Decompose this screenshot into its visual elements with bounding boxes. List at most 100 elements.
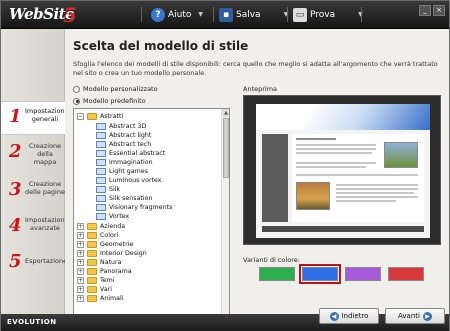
radio-button[interactable]: [73, 85, 80, 93]
template-tree[interactable]: − Astratti Abstract 3D Abstract light Ab…: [73, 108, 230, 325]
tree-template-item[interactable]: Luminous vortex: [96, 176, 162, 184]
step-number: 3: [9, 179, 22, 200]
sidebar-item-advanced-settings[interactable]: 4 Impostazioni avanzate: [1, 211, 66, 245]
preview-photo: [384, 142, 418, 168]
template-icon: [96, 149, 106, 157]
expand-icon[interactable]: +: [77, 276, 84, 284]
scrollbar-thumb[interactable]: [223, 118, 229, 178]
radio-label: Modello predefinito: [83, 97, 146, 105]
folder-icon: [87, 294, 97, 302]
color-variant-blue[interactable]: [299, 264, 341, 284]
window-controls: _ ×: [419, 5, 445, 16]
preview-label: Anteprima: [243, 85, 278, 93]
expand-icon[interactable]: +: [77, 294, 84, 302]
sidebar-item-export[interactable]: 5 Esportazione: [1, 247, 67, 281]
tree-item-label: Light games: [109, 167, 148, 175]
next-button[interactable]: Avanti ▶: [385, 308, 445, 324]
back-button[interactable]: ◀ Indietro: [319, 308, 379, 324]
sidebar-item-page-creation[interactable]: 3 Creazione delle pagine: [1, 175, 65, 209]
folder-icon: [87, 231, 97, 239]
preview-header-image: [256, 104, 430, 130]
tree-folder-expanded[interactable]: − Astratti: [77, 112, 123, 120]
tree-item-label: Visionary fragments: [109, 203, 173, 211]
tree-folder-label: Animali: [100, 294, 124, 302]
expand-icon[interactable]: +: [77, 240, 84, 248]
step-number: 1: [9, 106, 22, 127]
expand-icon[interactable]: +: [77, 222, 84, 230]
tree-template-item[interactable]: Silk sensation: [96, 194, 153, 202]
tree-folder[interactable]: + Panorama: [77, 267, 132, 275]
expand-icon[interactable]: +: [77, 267, 84, 275]
tree-item-label: Abstract tech: [109, 140, 152, 148]
expand-icon[interactable]: +: [77, 231, 84, 239]
tree-item-label: Silk: [109, 185, 121, 193]
back-label: Indietro: [341, 312, 369, 320]
tree-folder[interactable]: + Vari: [77, 285, 112, 293]
color-variant-purple[interactable]: [345, 267, 381, 281]
tree-folder-label: Geometrie: [100, 240, 134, 248]
save-button[interactable]: ▪ Salva ▼: [219, 6, 288, 23]
tree-folder-label: Interior Design: [100, 249, 147, 257]
radio-custom-template[interactable]: Modello personalizzato: [73, 85, 158, 93]
tree-template-item[interactable]: Vortex: [96, 212, 129, 220]
expand-icon[interactable]: +: [77, 285, 84, 293]
folder-icon: [87, 240, 97, 248]
preview-page: [256, 104, 430, 238]
color-variant-green[interactable]: [259, 267, 295, 281]
preview-content: [292, 134, 424, 222]
tree-template-item[interactable]: Abstract light: [96, 131, 151, 139]
collapse-icon[interactable]: −: [77, 112, 84, 120]
main-panel: Scelta del modello di stile Sfoglia l'el…: [65, 29, 449, 325]
tree-template-item[interactable]: Silk: [96, 185, 120, 193]
folder-icon: [87, 222, 97, 230]
toolbar-separator: [361, 7, 362, 22]
tree-template-item[interactable]: Abstract tech: [96, 140, 151, 148]
sidebar-item-map-creation[interactable]: 2 Creazione della mappa: [1, 137, 65, 171]
radio-predefined-template[interactable]: Modello predefinito: [73, 97, 146, 105]
toolbar-separator: [141, 7, 142, 22]
tree-item-label: Abstract light: [109, 131, 152, 139]
tree-folder[interactable]: + Geometrie: [77, 240, 133, 248]
test-button[interactable]: ▭ Prova ▼: [293, 6, 363, 23]
tree-item-label: Luminous vortex: [109, 176, 162, 184]
arrow-left-icon: ◀: [329, 311, 339, 321]
expand-icon[interactable]: +: [77, 249, 84, 257]
tree-folder[interactable]: + Interior Design: [77, 249, 147, 257]
sidebar-item-general-settings[interactable]: 1 Impostazioni generali: [1, 101, 66, 135]
tree-folder-label: Azienda: [100, 222, 126, 230]
step-number: 4: [9, 215, 22, 236]
scroll-up-icon[interactable]: ▲: [222, 109, 229, 117]
tree-folder[interactable]: + Animali: [77, 294, 124, 302]
tree-template-item[interactable]: Essential abstract: [96, 149, 165, 157]
color-variant-red[interactable]: [388, 267, 424, 281]
template-icon: [96, 167, 106, 175]
page-description: Sfoglia l'elenco dei modelli di stile di…: [73, 60, 438, 77]
floppy-disk-icon: ▪: [219, 7, 233, 22]
expand-icon[interactable]: +: [77, 258, 84, 266]
close-icon[interactable]: ×: [433, 5, 445, 16]
template-preview: [243, 95, 441, 245]
tree-folder[interactable]: + Colori: [77, 231, 118, 239]
minimize-icon[interactable]: _: [419, 5, 431, 16]
tree-folder-label: Panorama: [100, 267, 132, 275]
tree-item-label: Vortex: [109, 212, 130, 220]
tree-scrollbar[interactable]: ▲ ▼: [221, 109, 229, 324]
tree-folder[interactable]: + Natura: [77, 258, 121, 266]
help-button[interactable]: ? Aiuto ▼: [151, 6, 203, 23]
tree-folder-label: Vari: [100, 285, 113, 293]
preview-footer: [262, 226, 424, 232]
tree-folder[interactable]: + Temi: [77, 276, 115, 284]
template-icon: [96, 185, 106, 193]
template-icon: [96, 131, 106, 139]
tree-template-item[interactable]: Visionary fragments: [96, 203, 172, 211]
tree-folder[interactable]: + Azienda: [77, 222, 125, 230]
folder-icon: [87, 249, 97, 257]
tree-template-item[interactable]: Light games: [96, 167, 148, 175]
tree-template-item[interactable]: Immagination: [96, 158, 153, 166]
steps-sidebar: 1 Impostazioni generali 2 Creazione dell…: [1, 29, 67, 314]
tree-template-item[interactable]: Abstract 3D: [96, 122, 146, 130]
tree-item-label: Abstract 3D: [109, 122, 147, 130]
logo-number: 5: [63, 3, 77, 27]
radio-button[interactable]: [73, 97, 80, 105]
step-number: 2: [9, 141, 22, 162]
